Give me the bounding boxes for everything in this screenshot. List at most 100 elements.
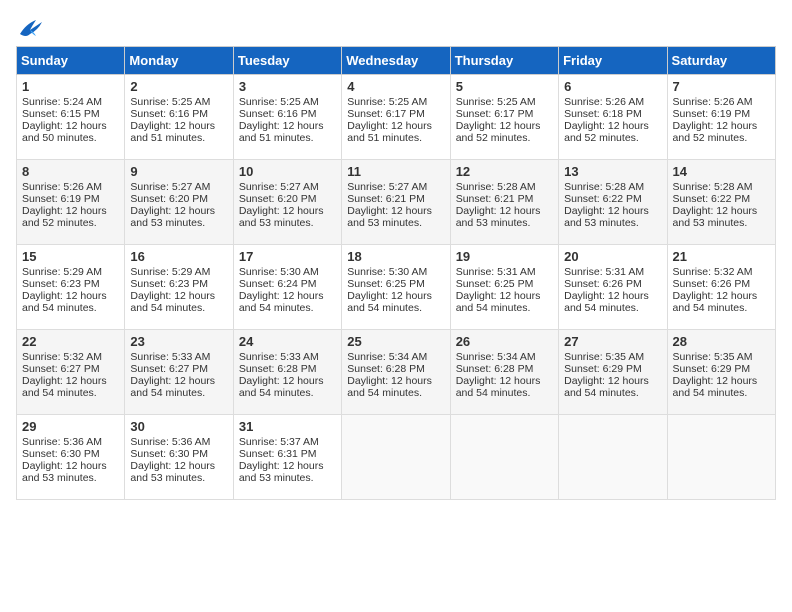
day-number: 25: [347, 334, 444, 349]
calendar-cell: 24Sunrise: 5:33 AMSunset: 6:28 PMDayligh…: [233, 330, 341, 415]
daylight-text: Daylight: 12 hours and 54 minutes.: [22, 290, 107, 314]
sunrise-text: Sunrise: 5:27 AM: [347, 181, 427, 193]
sunset-text: Sunset: 6:17 PM: [347, 108, 425, 120]
sunset-text: Sunset: 6:18 PM: [564, 108, 642, 120]
sunset-text: Sunset: 6:25 PM: [456, 278, 534, 290]
sunset-text: Sunset: 6:24 PM: [239, 278, 317, 290]
day-number: 17: [239, 249, 336, 264]
logo-icon: [16, 16, 44, 38]
sunrise-text: Sunrise: 5:34 AM: [347, 351, 427, 363]
week-row-4: 22Sunrise: 5:32 AMSunset: 6:27 PMDayligh…: [17, 330, 776, 415]
calendar-cell: [559, 415, 667, 500]
day-number: 21: [673, 249, 770, 264]
sunset-text: Sunset: 6:20 PM: [239, 193, 317, 205]
day-number: 2: [130, 79, 227, 94]
sunset-text: Sunset: 6:16 PM: [239, 108, 317, 120]
day-number: 6: [564, 79, 661, 94]
sunset-text: Sunset: 6:20 PM: [130, 193, 208, 205]
daylight-text: Daylight: 12 hours and 53 minutes.: [22, 460, 107, 484]
sunset-text: Sunset: 6:30 PM: [130, 448, 208, 460]
week-row-2: 8Sunrise: 5:26 AMSunset: 6:19 PMDaylight…: [17, 160, 776, 245]
calendar-cell: 28Sunrise: 5:35 AMSunset: 6:29 PMDayligh…: [667, 330, 775, 415]
day-number: 23: [130, 334, 227, 349]
calendar-header: SundayMondayTuesdayWednesdayThursdayFrid…: [17, 47, 776, 75]
day-number: 15: [22, 249, 119, 264]
day-number: 13: [564, 164, 661, 179]
calendar-cell: 31Sunrise: 5:37 AMSunset: 6:31 PMDayligh…: [233, 415, 341, 500]
day-number: 10: [239, 164, 336, 179]
sunrise-text: Sunrise: 5:31 AM: [564, 266, 644, 278]
calendar-table: SundayMondayTuesdayWednesdayThursdayFrid…: [16, 46, 776, 500]
calendar-cell: 26Sunrise: 5:34 AMSunset: 6:28 PMDayligh…: [450, 330, 558, 415]
day-number: 7: [673, 79, 770, 94]
daylight-text: Daylight: 12 hours and 54 minutes.: [564, 375, 649, 399]
calendar-cell: 13Sunrise: 5:28 AMSunset: 6:22 PMDayligh…: [559, 160, 667, 245]
column-header-tuesday: Tuesday: [233, 47, 341, 75]
daylight-text: Daylight: 12 hours and 53 minutes.: [239, 460, 324, 484]
calendar-cell: 11Sunrise: 5:27 AMSunset: 6:21 PMDayligh…: [342, 160, 450, 245]
calendar-cell: 5Sunrise: 5:25 AMSunset: 6:17 PMDaylight…: [450, 75, 558, 160]
sunrise-text: Sunrise: 5:30 AM: [239, 266, 319, 278]
calendar-cell: 18Sunrise: 5:30 AMSunset: 6:25 PMDayligh…: [342, 245, 450, 330]
calendar-cell: 12Sunrise: 5:28 AMSunset: 6:21 PMDayligh…: [450, 160, 558, 245]
day-number: 22: [22, 334, 119, 349]
daylight-text: Daylight: 12 hours and 53 minutes.: [239, 205, 324, 229]
sunset-text: Sunset: 6:28 PM: [239, 363, 317, 375]
daylight-text: Daylight: 12 hours and 53 minutes.: [673, 205, 758, 229]
sunset-text: Sunset: 6:19 PM: [673, 108, 751, 120]
daylight-text: Daylight: 12 hours and 54 minutes.: [22, 375, 107, 399]
sunset-text: Sunset: 6:26 PM: [564, 278, 642, 290]
day-number: 3: [239, 79, 336, 94]
daylight-text: Daylight: 12 hours and 53 minutes.: [347, 205, 432, 229]
day-number: 27: [564, 334, 661, 349]
day-number: 14: [673, 164, 770, 179]
calendar-cell: 27Sunrise: 5:35 AMSunset: 6:29 PMDayligh…: [559, 330, 667, 415]
sunrise-text: Sunrise: 5:32 AM: [22, 351, 102, 363]
day-number: 18: [347, 249, 444, 264]
sunrise-text: Sunrise: 5:35 AM: [673, 351, 753, 363]
day-number: 20: [564, 249, 661, 264]
daylight-text: Daylight: 12 hours and 54 minutes.: [130, 290, 215, 314]
calendar-cell: 15Sunrise: 5:29 AMSunset: 6:23 PMDayligh…: [17, 245, 125, 330]
calendar-cell: 30Sunrise: 5:36 AMSunset: 6:30 PMDayligh…: [125, 415, 233, 500]
sunset-text: Sunset: 6:28 PM: [456, 363, 534, 375]
calendar-cell: 14Sunrise: 5:28 AMSunset: 6:22 PMDayligh…: [667, 160, 775, 245]
sunset-text: Sunset: 6:27 PM: [22, 363, 100, 375]
calendar-cell: 6Sunrise: 5:26 AMSunset: 6:18 PMDaylight…: [559, 75, 667, 160]
daylight-text: Daylight: 12 hours and 54 minutes.: [456, 290, 541, 314]
day-number: 1: [22, 79, 119, 94]
sunset-text: Sunset: 6:21 PM: [347, 193, 425, 205]
sunrise-text: Sunrise: 5:32 AM: [673, 266, 753, 278]
sunset-text: Sunset: 6:28 PM: [347, 363, 425, 375]
day-number: 31: [239, 419, 336, 434]
sunset-text: Sunset: 6:31 PM: [239, 448, 317, 460]
daylight-text: Daylight: 12 hours and 52 minutes.: [673, 120, 758, 144]
sunrise-text: Sunrise: 5:26 AM: [564, 96, 644, 108]
day-number: 26: [456, 334, 553, 349]
calendar-cell: 7 Sunrise: 5:26 AMSunset: 6:19 PMDaylight…: [667, 75, 775, 160]
sunset-text: Sunset: 6:23 PM: [130, 278, 208, 290]
daylight-text: Daylight: 12 hours and 54 minutes.: [130, 375, 215, 399]
calendar-cell: 8Sunrise: 5:26 AMSunset: 6:19 PMDaylight…: [17, 160, 125, 245]
week-row-3: 15Sunrise: 5:29 AMSunset: 6:23 PMDayligh…: [17, 245, 776, 330]
daylight-text: Daylight: 12 hours and 54 minutes.: [673, 290, 758, 314]
daylight-text: Daylight: 12 hours and 54 minutes.: [239, 290, 324, 314]
daylight-text: Daylight: 12 hours and 54 minutes.: [456, 375, 541, 399]
sunset-text: Sunset: 6:21 PM: [456, 193, 534, 205]
day-number: 8: [22, 164, 119, 179]
day-number: 24: [239, 334, 336, 349]
sunrise-text: Sunrise: 5:25 AM: [456, 96, 536, 108]
sunset-text: Sunset: 6:22 PM: [564, 193, 642, 205]
daylight-text: Daylight: 12 hours and 53 minutes.: [456, 205, 541, 229]
sunrise-text: Sunrise: 5:28 AM: [673, 181, 753, 193]
daylight-text: Daylight: 12 hours and 51 minutes.: [347, 120, 432, 144]
calendar-cell: 4Sunrise: 5:25 AMSunset: 6:17 PMDaylight…: [342, 75, 450, 160]
sunrise-text: Sunrise: 5:26 AM: [673, 96, 753, 108]
sunrise-text: Sunrise: 5:27 AM: [239, 181, 319, 193]
page-container: SundayMondayTuesdayWednesdayThursdayFrid…: [16, 16, 776, 500]
page-header: [16, 16, 776, 38]
daylight-text: Daylight: 12 hours and 53 minutes.: [564, 205, 649, 229]
calendar-cell: 16Sunrise: 5:29 AMSunset: 6:23 PMDayligh…: [125, 245, 233, 330]
calendar-cell: 19Sunrise: 5:31 AMSunset: 6:25 PMDayligh…: [450, 245, 558, 330]
column-header-sunday: Sunday: [17, 47, 125, 75]
